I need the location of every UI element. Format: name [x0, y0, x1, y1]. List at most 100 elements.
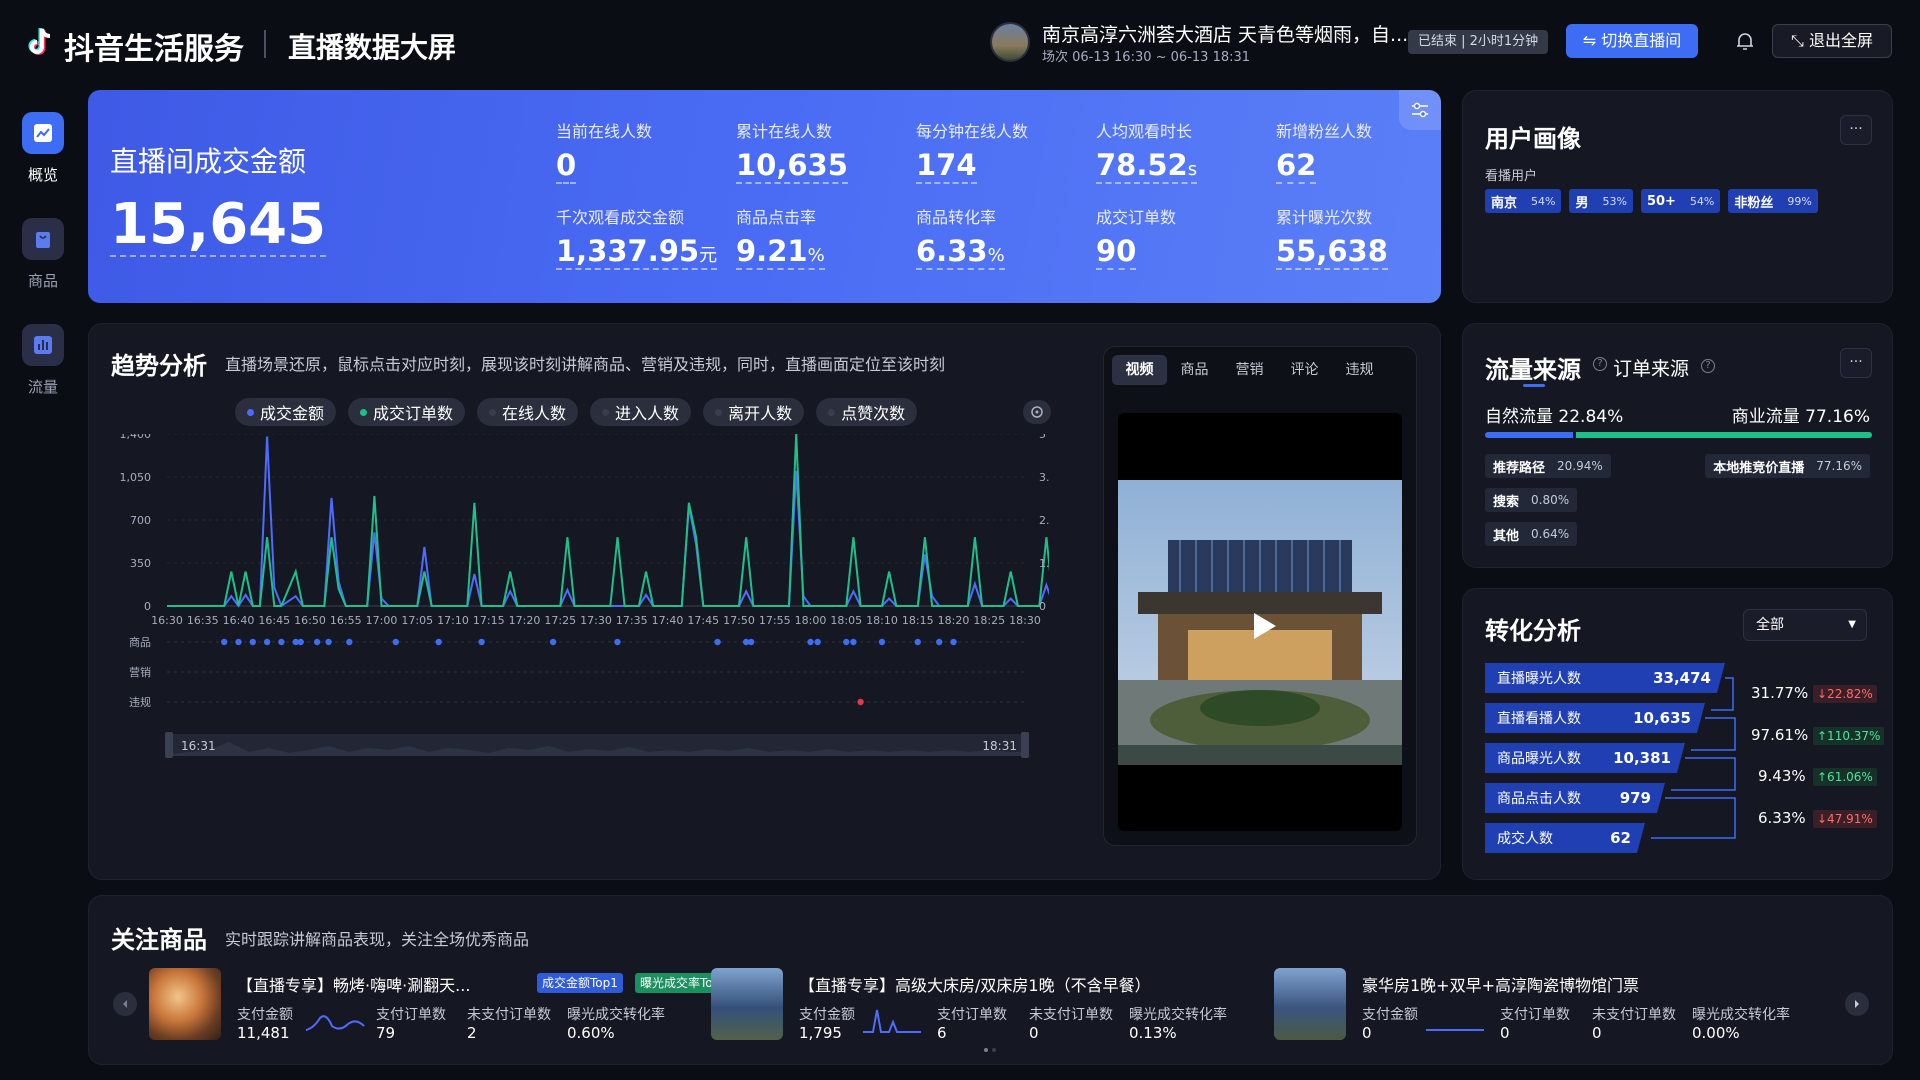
play-icon[interactable] — [1246, 609, 1280, 643]
x-tick: 18:00 — [795, 614, 827, 627]
nav-label: 概览 — [27, 166, 58, 184]
traffic-source-panel: 流量来源 ? 订单来源 ? ··· 自然流量 22.84% 商业流量 77.16… — [1462, 323, 1893, 568]
source-tag[interactable]: 其他 0.64% — [1485, 522, 1578, 546]
profile-tag[interactable]: 南京 54% — [1485, 189, 1562, 213]
pager-dot[interactable] — [992, 1048, 996, 1052]
y-tick-left: 1,400 — [120, 434, 152, 441]
kpi-label: 商品转化率 — [916, 208, 997, 227]
help-icon[interactable]: ? — [1701, 359, 1715, 373]
gmv-value[interactable]: 15,645 — [110, 195, 327, 257]
tab-marketing[interactable]: 营销 — [1222, 355, 1277, 385]
kpi-conversion-rate[interactable]: 商品转化率 6.33% — [916, 204, 1086, 270]
sparkline — [305, 1015, 365, 1031]
kpi-label: 每分钟在线人数 — [916, 122, 1029, 141]
x-tick: 18:30 — [1009, 614, 1041, 627]
source-tag[interactable]: 推荐路径 20.94% — [1485, 454, 1611, 478]
traffic-title[interactable]: 流量来源 — [1485, 350, 1581, 385]
y-tick-left: 350 — [130, 557, 151, 570]
product-title: 【直播专享】畅烤·嗨啤·涮翻天... — [237, 976, 471, 995]
legend-likes[interactable]: 点赞次数 — [816, 398, 918, 426]
product-card[interactable]: 豪华房1晚+双早+高淳陶瓷博物馆门票 支付金额 0 支付订单数 0 未支付订单数… — [1274, 968, 1834, 1048]
x-tick: 17:15 — [473, 614, 505, 627]
kpi-online-per-minute[interactable]: 每分钟在线人数 174 — [916, 118, 1086, 184]
x-tick: 17:40 — [652, 614, 684, 627]
pager-dot[interactable] — [984, 1048, 988, 1052]
trend-title: 趋势分析 — [111, 352, 207, 380]
range-end-label: 18:31 — [982, 739, 1017, 753]
kpi-orders[interactable]: 成交订单数 90 — [1096, 204, 1266, 270]
kpi-value: 55,638 — [1276, 234, 1388, 270]
legend-online[interactable]: 在线人数 — [477, 398, 579, 426]
tab-products[interactable]: 商品 — [1167, 355, 1222, 385]
source-tag[interactable]: 搜索 0.80% — [1485, 488, 1578, 512]
kpi-gmv-per-thousand[interactable]: 千次观看成交金额 1,337.95元 — [556, 204, 726, 270]
product-event-dot — [936, 638, 943, 646]
y-tick-right: 5 — [1039, 434, 1046, 441]
kpi-value: 10,635 — [736, 148, 848, 184]
brand-name: 抖音生活服务 — [64, 32, 244, 67]
x-tick: 17:55 — [759, 614, 791, 627]
legend-orders[interactable]: 成交订单数 — [348, 398, 466, 426]
legend-leave[interactable]: 离开人数 — [703, 398, 805, 426]
chart-settings-icon[interactable] — [1023, 400, 1051, 424]
traffic-more-button[interactable]: ··· — [1840, 348, 1872, 378]
product-card[interactable]: 【直播专享】高级大床房/双床房1晚（不含早餐） 支付金额 1,795 支付订单数… — [711, 968, 1271, 1048]
legend-enter[interactable]: 进入人数 — [590, 398, 692, 426]
video-frame[interactable] — [1118, 413, 1402, 831]
profile-tag[interactable]: 男 53% — [1569, 189, 1633, 213]
product-event-dot — [263, 638, 271, 646]
nav-item-products[interactable]: 商品 — [18, 218, 68, 291]
organic-traffic-label: 自然流量 22.84% — [1485, 407, 1624, 427]
metric-label: 支付金额 — [237, 1007, 293, 1023]
session-time: 场次 06-13 16:30 ~ 06-13 18:31 — [1042, 50, 1251, 65]
kpi-value: 9.21% — [736, 234, 825, 270]
product-badge: 成交金额Top1 — [537, 973, 623, 993]
slider-handle-right[interactable] — [1021, 732, 1029, 758]
tab-comments[interactable]: 评论 — [1277, 355, 1332, 385]
kpi-impressions[interactable]: 累计曝光次数 55,638 — [1276, 204, 1441, 270]
kpi-avg-watch-time[interactable]: 人均观看时长 78.52s — [1096, 118, 1266, 184]
slider-handle-left[interactable] — [165, 732, 173, 758]
x-tick: 17:35 — [616, 614, 648, 627]
products-description: 实时跟踪讲解商品表现，关注全场优秀商品 — [225, 930, 530, 949]
violation-event-dot — [857, 698, 864, 706]
product-card[interactable]: 【直播专享】畅烤·嗨啤·涮翻天... 成交金额Top1 曝光成交率Top1 支付… — [149, 968, 733, 1048]
nav-item-overview[interactable]: 概览 — [18, 112, 68, 185]
kpi-value: 78.52s — [1096, 148, 1198, 184]
product-event-dot — [235, 638, 242, 646]
sliders-icon[interactable] — [1399, 90, 1441, 130]
bell-icon[interactable] — [1734, 30, 1756, 52]
profile-tag[interactable]: 50+ 54% — [1640, 189, 1721, 213]
legend-dot — [828, 408, 836, 416]
prev-arrow-icon[interactable] — [113, 992, 137, 1016]
tab-video[interactable]: 视频 — [1112, 355, 1167, 385]
profile-more-button[interactable]: ··· — [1840, 115, 1872, 145]
next-arrow-icon[interactable] — [1845, 992, 1869, 1016]
legend-gmv[interactable]: 成交金额 — [235, 398, 337, 426]
nav-item-traffic[interactable]: 流量 — [18, 324, 68, 397]
kpi-cumulative-online[interactable]: 累计在线人数 10,635 — [736, 118, 906, 184]
pay-amount: 0 — [1362, 1024, 1372, 1042]
metric-label: 支付订单数 — [937, 1007, 1007, 1023]
event-row-label: 商品 — [129, 635, 151, 649]
tab-violations[interactable]: 违规 — [1332, 355, 1387, 385]
metric-label: 支付订单数 — [376, 1007, 446, 1023]
order-source-tab[interactable]: 订单来源 — [1613, 354, 1689, 381]
exit-fullscreen-button[interactable]: ⤡ 退出全屏 — [1772, 24, 1892, 58]
exposure-conversion-rate: 0.13% — [1129, 1024, 1177, 1042]
profile-tag[interactable]: 非粉丝 99% — [1728, 189, 1818, 213]
chart-icon — [22, 112, 64, 154]
pay-amount: 1,795 — [799, 1024, 842, 1042]
room-avatar[interactable] — [990, 22, 1030, 62]
help-icon[interactable]: ? — [1593, 357, 1607, 371]
kpi-click-rate[interactable]: 商品点击率 9.21% — [736, 204, 906, 270]
trend-chart[interactable]: 0 0 350 1.3 700 2.5 1,050 3.8 1,400 5 16:30 16:35 16… — [89, 434, 1049, 874]
video-player: 视频 商品 营销 评论 违规 — [1103, 346, 1417, 846]
switch-room-button[interactable]: ⇋ 切换直播间 — [1566, 24, 1698, 58]
kpi-current-online[interactable]: 当前在线人数 0 — [556, 118, 726, 184]
pay-orders: 0 — [1500, 1024, 1510, 1042]
metric-label: 未支付订单数 — [1592, 1007, 1676, 1023]
source-tag[interactable]: 本地推竞价直播 77.16% — [1705, 454, 1870, 478]
nav-label: 流量 — [27, 378, 58, 396]
y-tick-right: 3.8 — [1039, 471, 1049, 484]
